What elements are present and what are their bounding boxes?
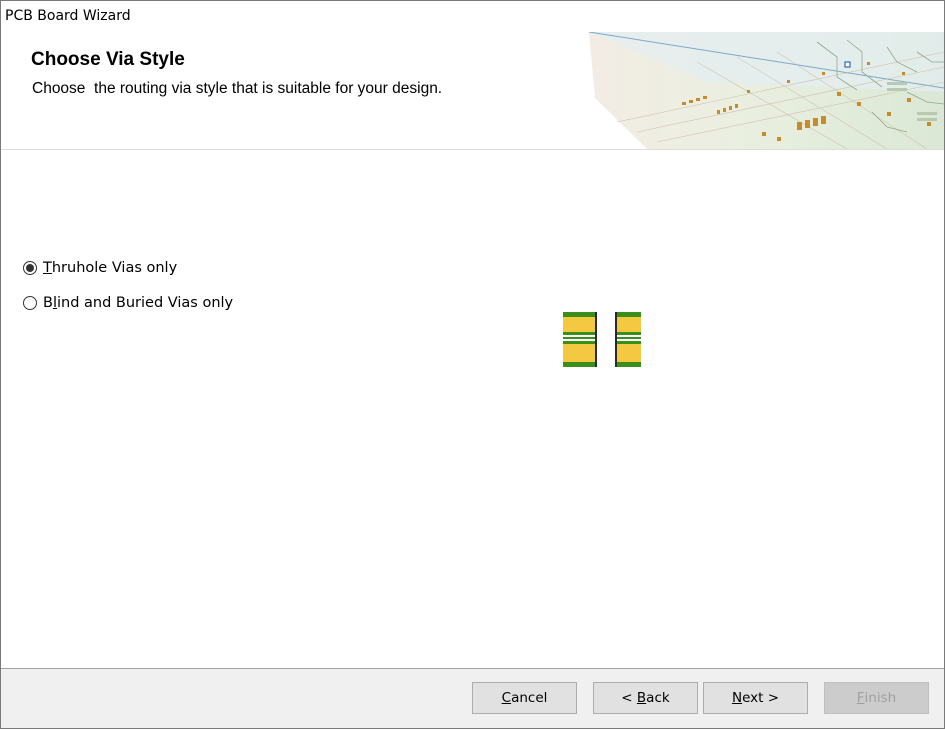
via-right	[615, 312, 641, 367]
page-title: Choose Via Style	[31, 49, 185, 70]
wizard-footer: Cancel < Back Next > Finish	[1, 668, 944, 728]
blind-buried-radio-button[interactable]	[23, 296, 37, 310]
pcb-board-wizard-window: PCB Board Wizard Choose Via Style Choose…	[0, 0, 945, 729]
wizard-content: Thruhole Vias only Blind and Buried Vias…	[1, 150, 944, 668]
thruhole-via-preview-image	[563, 312, 641, 367]
cancel-button[interactable]: Cancel	[472, 682, 577, 714]
title-bar: PCB Board Wizard	[1, 1, 944, 32]
pcb-banner-image	[588, 32, 944, 149]
window-title: PCB Board Wizard	[5, 8, 131, 24]
next-button[interactable]: Next >	[703, 682, 808, 714]
option-thruhole-vias[interactable]: Thruhole Vias only	[23, 260, 177, 276]
blind-buried-option-label[interactable]: Blind and Buried Vias only	[43, 295, 233, 311]
page-subtitle: Choose the routing via style that is sui…	[32, 80, 443, 97]
finish-button[interactable]: Finish	[824, 682, 929, 714]
via-left	[563, 312, 597, 367]
thruhole-option-label[interactable]: Thruhole Vias only	[43, 260, 177, 276]
back-button[interactable]: < Back	[593, 682, 698, 714]
option-blind-buried-vias[interactable]: Blind and Buried Vias only	[23, 295, 233, 311]
wizard-header: Choose Via Style Choose the routing via …	[1, 32, 944, 150]
thruhole-radio-button[interactable]	[23, 261, 37, 275]
